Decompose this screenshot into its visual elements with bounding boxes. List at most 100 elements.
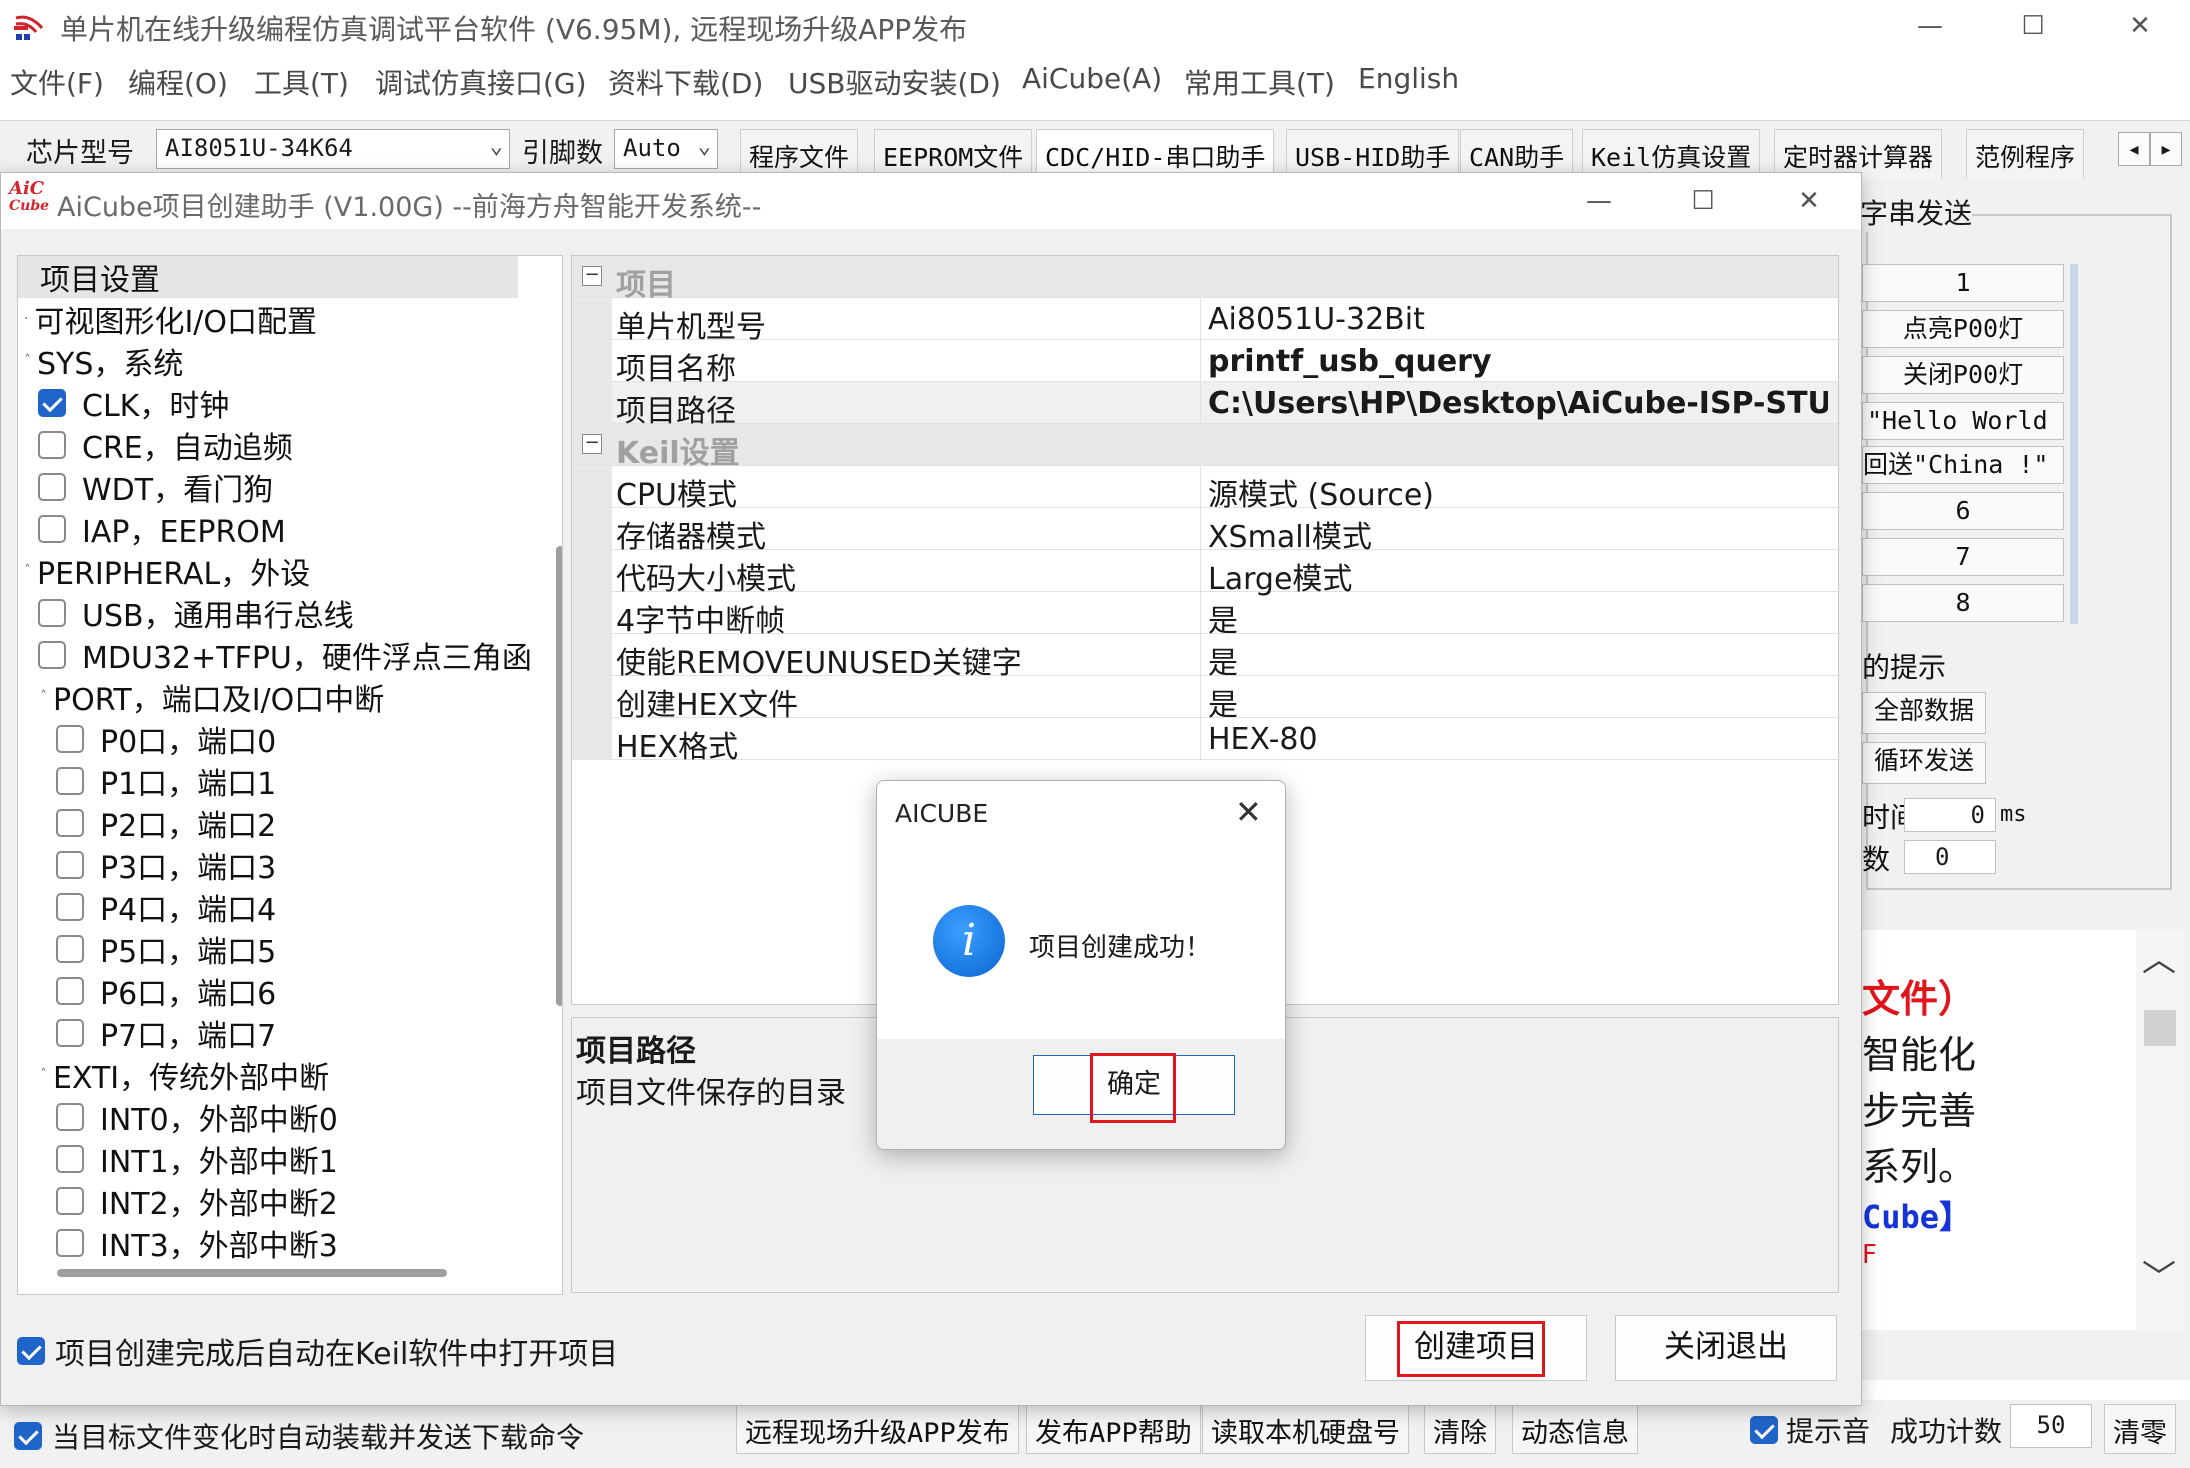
- reset-count-button[interactable]: 清零: [2104, 1404, 2176, 1454]
- tree-checkbox[interactable]: [56, 893, 84, 921]
- scrollbar-thumb[interactable]: [2144, 1010, 2176, 1046]
- menu-program[interactable]: 编程(O): [128, 62, 228, 102]
- tree-item-int3[interactable]: INT3，外部中断3: [56, 1222, 338, 1264]
- grid-row[interactable]: 项目名称 printf_usb_query: [572, 340, 1838, 387]
- tree-checkbox[interactable]: [56, 809, 84, 837]
- grid-row[interactable]: HEX格式 HEX-80: [572, 718, 1838, 765]
- collapse-icon[interactable]: −: [582, 434, 602, 454]
- tree-checkbox[interactable]: [56, 1103, 84, 1131]
- tree-expand-icon[interactable]: ˄: [24, 353, 31, 369]
- grid-row[interactable]: 创建HEX文件是: [572, 676, 1838, 723]
- grid-row[interactable]: 4字节中断帧是: [572, 592, 1838, 639]
- menu-english[interactable]: English: [1358, 62, 1459, 95]
- aicube-close-button[interactable]: ✕: [1779, 179, 1839, 223]
- tree-item-p7[interactable]: P7口，端口7: [56, 1012, 276, 1054]
- tree-checkbox[interactable]: [38, 515, 66, 543]
- send-string-button-3[interactable]: 关闭P00灯: [1862, 356, 2064, 394]
- tree-item-p4[interactable]: P4口，端口4: [56, 886, 276, 928]
- chevron-down-icon[interactable]: ﹀: [2142, 1250, 2176, 1299]
- tree-item-sys[interactable]: ˄ SYS，系统: [24, 340, 183, 382]
- chevron-left-icon[interactable]: ◂: [2118, 132, 2150, 166]
- publish-help-button[interactable]: 发布APP帮助: [1026, 1404, 1201, 1454]
- log-scrollbar[interactable]: ︿ ﹀: [2136, 930, 2184, 1330]
- menu-file[interactable]: 文件(F): [10, 62, 104, 102]
- count-input[interactable]: 0: [1904, 840, 1996, 874]
- tree-checkbox[interactable]: [56, 725, 84, 753]
- menu-usb-driver[interactable]: USB驱动安装(D): [788, 62, 1001, 102]
- tree-item-peripheral[interactable]: ˄ PERIPHERAL，外设: [24, 550, 310, 592]
- chip-model-select[interactable]: AI8051U-34K64 ⌄: [156, 129, 510, 169]
- tree-item-iap[interactable]: IAP，EEPROM: [38, 508, 286, 550]
- auto-load-option[interactable]: 当目标文件变化时自动装载并发送下载命令: [14, 1416, 584, 1456]
- pin-count-select[interactable]: Auto ⌄: [614, 129, 718, 169]
- tree-checkbox[interactable]: [56, 1145, 84, 1173]
- send-string-button-8[interactable]: 8: [1862, 584, 2064, 622]
- tree-checkbox[interactable]: [38, 599, 66, 627]
- tree-horizontal-scrollbar[interactable]: [57, 1269, 447, 1277]
- tree-item-p5[interactable]: P5口，端口5: [56, 928, 276, 970]
- chevron-right-icon[interactable]: ▸: [2150, 132, 2182, 166]
- tree-checkbox[interactable]: [56, 977, 84, 1005]
- tree-item-port[interactable]: ˄ PORT，端口及I/O口中断: [40, 676, 384, 718]
- grid-row[interactable]: 代码大小模式 Large模式: [572, 550, 1838, 597]
- tree-item-cre[interactable]: CRE，自动追频: [38, 424, 293, 466]
- sound-option[interactable]: 提示音: [1750, 1410, 1870, 1450]
- close-icon[interactable]: ✕: [1235, 793, 1262, 831]
- tree-checkbox[interactable]: [56, 1019, 84, 1047]
- tree-item-int0[interactable]: INT0，外部中断0: [56, 1096, 338, 1138]
- tree-checkbox[interactable]: [38, 431, 66, 459]
- clear-button[interactable]: 清除: [1424, 1404, 1496, 1454]
- grid-row[interactable]: CPU模式 源模式 (Source): [572, 466, 1838, 513]
- tree-item-wdt[interactable]: WDT，看门狗: [38, 466, 273, 508]
- tree-expand-icon[interactable]: ˄: [40, 689, 47, 705]
- auto-load-checkbox[interactable]: [14, 1422, 42, 1450]
- tree-checkbox[interactable]: [56, 1187, 84, 1215]
- menu-tools[interactable]: 工具(T): [254, 62, 349, 102]
- tab-examples[interactable]: 范例程序: [1966, 129, 2085, 179]
- tree-item-p2[interactable]: P2口，端口2: [56, 802, 276, 844]
- auto-open-keil-checkbox[interactable]: [17, 1337, 45, 1365]
- tree-item-int2[interactable]: INT2，外部中断2: [56, 1180, 338, 1222]
- tree-checkbox[interactable]: [56, 767, 84, 795]
- all-data-button[interactable]: 全部数据: [1862, 692, 1986, 734]
- tree-item-int1[interactable]: INT1，外部中断1: [56, 1138, 338, 1180]
- grid-row[interactable]: 使能REMOVEUNUSED关键字是: [572, 634, 1838, 681]
- tree-checkbox[interactable]: [38, 641, 66, 669]
- read-disk-button[interactable]: 读取本机硬盘号: [1202, 1404, 1409, 1454]
- send-string-button-7[interactable]: 7: [1862, 538, 2064, 576]
- publish-app-button[interactable]: 远程现场升级APP发布: [736, 1404, 1019, 1454]
- tree-item-p1[interactable]: P1口，端口1: [56, 760, 276, 802]
- close-exit-button[interactable]: 关闭退出: [1615, 1315, 1837, 1381]
- tree-checkbox[interactable]: [38, 389, 66, 417]
- tree-expand-icon[interactable]: ˄: [24, 563, 31, 579]
- tree-item-p6[interactable]: P6口，端口6: [56, 970, 276, 1012]
- menu-debug-interface[interactable]: 调试仿真接口(G): [375, 62, 587, 102]
- tree-item-visual-io[interactable]: · 可视图形化I/O口配置: [24, 298, 317, 340]
- aicube-minimize-button[interactable]: —: [1569, 179, 1629, 223]
- send-string-button-6[interactable]: 6: [1862, 492, 2064, 530]
- tree-checkbox[interactable]: [56, 1229, 84, 1257]
- menu-aicube[interactable]: AiCube(A): [1022, 62, 1162, 95]
- maximize-button[interactable]: ☐: [2003, 4, 2063, 48]
- chevron-up-icon[interactable]: ︿: [2142, 932, 2176, 981]
- collapse-icon[interactable]: −: [582, 266, 602, 286]
- tree-checkbox[interactable]: [56, 851, 84, 879]
- aicube-maximize-button[interactable]: ☐: [1673, 179, 1733, 223]
- tree-item-exti[interactable]: ˄ EXTI，传统外部中断: [40, 1054, 329, 1096]
- menu-common-tools[interactable]: 常用工具(T): [1184, 62, 1335, 102]
- send-string-button-4[interactable]: "Hello World !": [1862, 402, 2064, 440]
- auto-open-keil-option[interactable]: 项目创建完成后自动在Keil软件中打开项目: [17, 1329, 618, 1373]
- tree-item-project-settings[interactable]: 项目设置: [18, 256, 518, 298]
- grid-row[interactable]: 单片机型号 Ai8051U-32Bit: [572, 298, 1838, 345]
- tree-item-usb[interactable]: USB，通用串行总线: [38, 592, 354, 634]
- grid-row[interactable]: 存储器模式 XSmall模式: [572, 508, 1838, 555]
- tree-checkbox[interactable]: [56, 935, 84, 963]
- tree-item-clk[interactable]: CLK，时钟: [38, 382, 229, 424]
- string-list-scrollbar[interactable]: [2070, 264, 2078, 624]
- menu-downloads[interactable]: 资料下载(D): [608, 62, 763, 102]
- tree-item-p3[interactable]: P3口，端口3: [56, 844, 276, 886]
- grid-category-project[interactable]: − 项目: [572, 256, 1838, 303]
- sound-checkbox[interactable]: [1750, 1416, 1778, 1444]
- tree-checkbox[interactable]: [38, 473, 66, 501]
- tree-item-p0[interactable]: P0口，端口0: [56, 718, 276, 760]
